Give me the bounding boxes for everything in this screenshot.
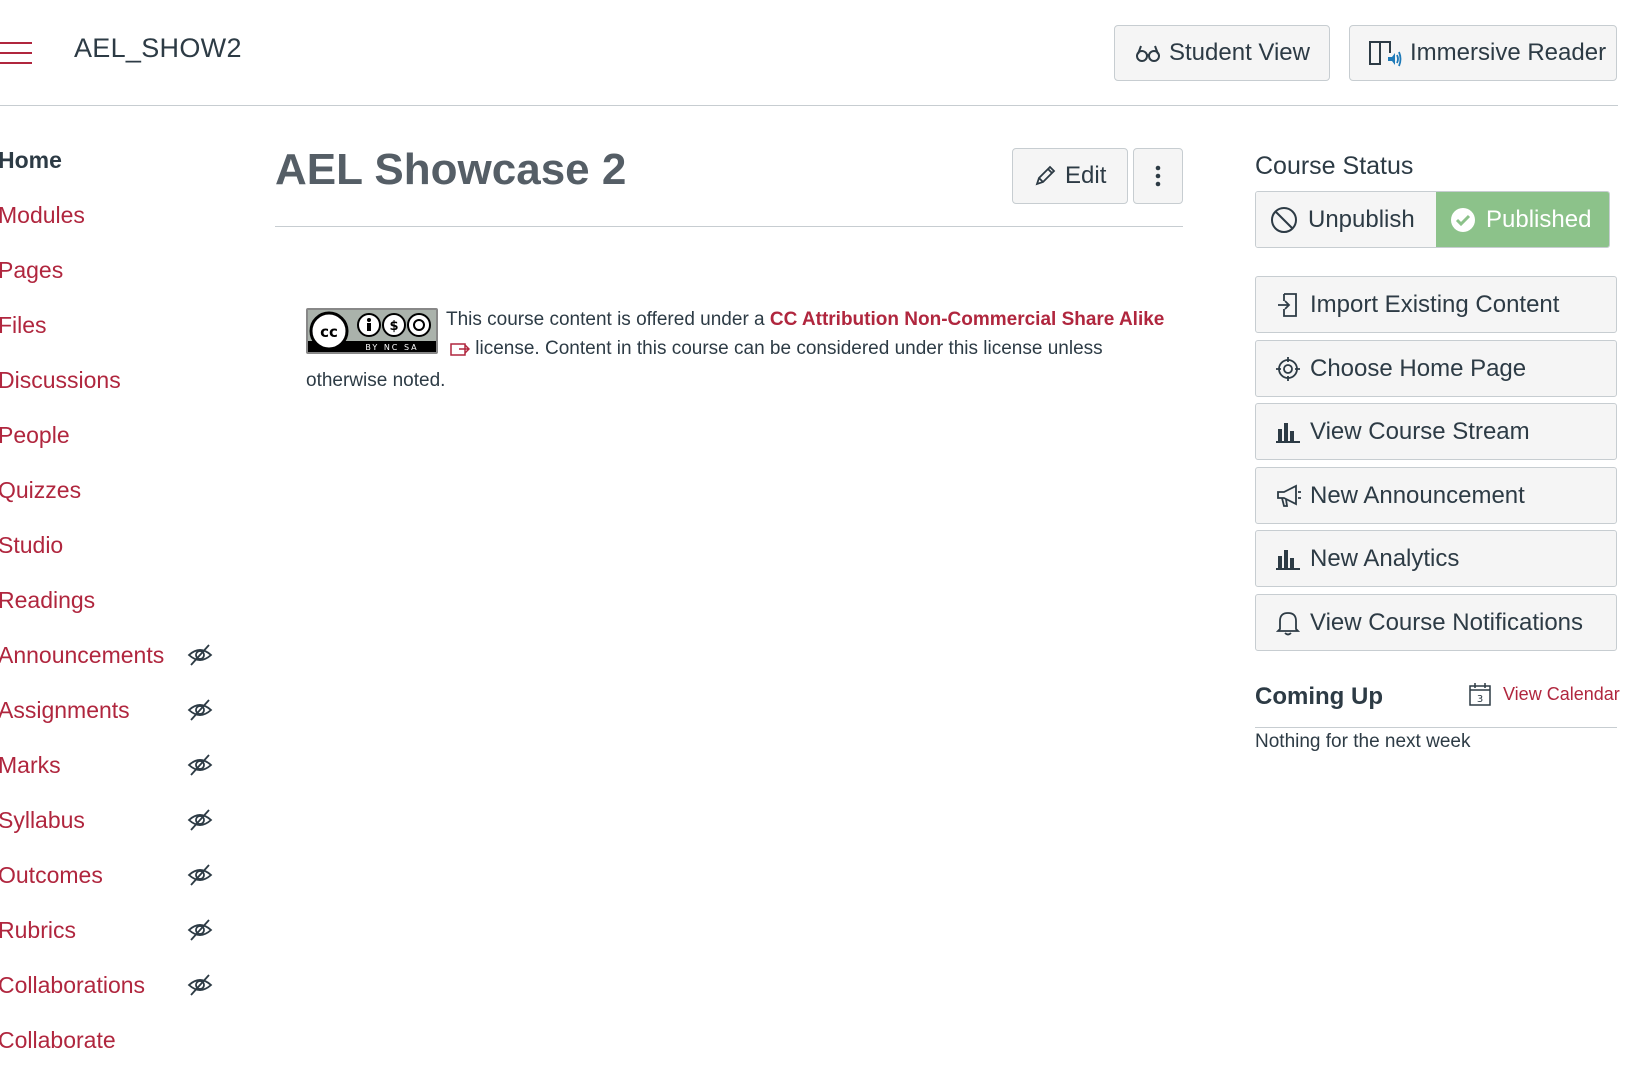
nav-item-collaborations[interactable]: Collaborations (0, 965, 230, 1005)
nav-item-label: Collaborations (0, 971, 146, 998)
nav-item-label: Announcements (0, 641, 165, 668)
nav-item-syllabus[interactable]: Syllabus (0, 800, 230, 840)
glasses-icon (1135, 43, 1161, 63)
nav-item-assignments[interactable]: Assignments (0, 690, 230, 730)
nav-item-label: Home (0, 146, 62, 173)
edit-label: Edit (1065, 162, 1107, 189)
view-course-stream-label: View Course Stream (1310, 417, 1530, 445)
bell-icon (1276, 610, 1304, 636)
nav-item-label: Files (0, 311, 47, 338)
course-status-toggle: Unpublish Published (1255, 191, 1610, 248)
edit-button[interactable]: Edit (1012, 148, 1128, 204)
hidden-eye-icon (187, 864, 213, 886)
immersive-reader-icon (1368, 39, 1402, 67)
pencil-icon (1033, 164, 1057, 188)
page-title: AEL Showcase 2 (275, 145, 627, 194)
unpublish-label: Unpublish (1308, 205, 1415, 233)
nav-item-people[interactable]: People (0, 415, 230, 455)
megaphone-icon (1276, 484, 1304, 508)
kebab-menu-icon (1155, 165, 1161, 187)
header-divider (0, 105, 1618, 106)
nav-item-announcements[interactable]: Announcements (0, 635, 230, 675)
hidden-eye-icon (187, 809, 213, 831)
license-text-before: This course content is offered under a (446, 309, 770, 330)
nav-item-quizzes[interactable]: Quizzes (0, 470, 230, 510)
nav-item-discussions[interactable]: Discussions (0, 360, 230, 400)
prohibited-icon (1270, 206, 1298, 234)
nav-item-label: Marks (0, 751, 61, 778)
course-header: AEL_SHOW2 Student View Immersive Reader (0, 0, 1626, 104)
published-button[interactable]: Published (1436, 192, 1609, 247)
choose-home-page-label: Choose Home Page (1310, 354, 1527, 382)
nav-item-readings[interactable]: Readings (0, 580, 230, 620)
nav-item-label: Quizzes (0, 476, 82, 503)
nav-item-collaborate[interactable]: Collaborate (0, 1020, 230, 1060)
immersive-reader-button[interactable]: Immersive Reader (1349, 25, 1617, 81)
view-calendar-link[interactable]: 3 View Calendar (1469, 682, 1620, 706)
hidden-eye-icon (187, 699, 213, 721)
hidden-eye-icon (187, 754, 213, 776)
nav-item-marks[interactable]: Marks (0, 745, 230, 785)
coming-up-empty-text: Nothing for the next week (1255, 731, 1471, 752)
nav-item-outcomes[interactable]: Outcomes (0, 855, 230, 895)
cc-license-link[interactable]: CC Attribution Non-Commercial Share Alik… (770, 309, 1164, 330)
hidden-eye-icon (187, 974, 213, 996)
student-view-button[interactable]: Student View (1114, 25, 1330, 81)
new-analytics-label: New Analytics (1310, 544, 1460, 572)
nav-item-label: Pages (0, 256, 64, 283)
nav-item-files[interactable]: Files (0, 305, 230, 345)
nav-item-modules[interactable]: Modules (0, 195, 230, 235)
calendar-icon: 3 (1469, 682, 1491, 706)
choose-home-page-button[interactable]: Choose Home Page (1255, 340, 1617, 397)
nav-item-studio[interactable]: Studio (0, 525, 230, 565)
license-text: This course content is offered under a C… (306, 305, 1176, 395)
hamburger-menu-icon[interactable] (0, 40, 34, 66)
title-divider (275, 226, 1183, 227)
view-course-notifications-button[interactable]: View Course Notifications (1255, 594, 1617, 651)
import-existing-content-label: Import Existing Content (1310, 290, 1560, 318)
target-icon (1276, 356, 1304, 381)
nav-item-label: Collaborate (0, 1026, 116, 1053)
new-announcement-button[interactable]: New Announcement (1255, 467, 1617, 524)
external-link-icon (310, 337, 471, 366)
nav-item-label: Discussions (0, 366, 121, 393)
nav-item-label: Outcomes (0, 861, 103, 888)
nav-item-rubrics[interactable]: Rubrics (0, 910, 230, 950)
bar-chart-icon (1276, 548, 1304, 570)
import-existing-content-button[interactable]: Import Existing Content (1255, 276, 1617, 333)
nav-item-pages[interactable]: Pages (0, 250, 230, 290)
view-calendar-label: View Calendar (1503, 683, 1620, 704)
immersive-reader-label: Immersive Reader (1410, 39, 1607, 66)
hidden-eye-icon (187, 644, 213, 666)
course-status-heading: Course Status (1255, 152, 1414, 180)
nav-item-label: Syllabus (0, 806, 85, 833)
nav-item-label: Rubrics (0, 916, 76, 943)
unpublish-button[interactable]: Unpublish (1256, 192, 1436, 247)
hidden-eye-icon (187, 919, 213, 941)
check-circle-icon (1450, 207, 1476, 233)
new-analytics-button[interactable]: New Analytics (1255, 530, 1617, 587)
nav-item-label: Readings (0, 586, 96, 613)
bar-chart-icon (1276, 421, 1304, 443)
student-view-label: Student View (1169, 39, 1310, 66)
published-label: Published (1486, 205, 1592, 233)
new-announcement-label: New Announcement (1310, 481, 1525, 509)
coming-up-divider (1255, 727, 1617, 728)
import-icon (1276, 292, 1304, 318)
view-course-stream-button[interactable]: View Course Stream (1255, 403, 1617, 460)
nav-item-label: Studio (0, 531, 64, 558)
calendar-day-number: 3 (1477, 694, 1483, 705)
view-course-notifications-label: View Course Notifications (1310, 608, 1584, 636)
coming-up-heading: Coming Up (1255, 683, 1383, 710)
nav-item-home[interactable]: Home (0, 140, 230, 180)
course-breadcrumb[interactable]: AEL_SHOW2 (74, 33, 242, 64)
nav-item-label: Modules (0, 201, 85, 228)
nav-item-label: People (0, 421, 70, 448)
more-options-button[interactable] (1133, 148, 1183, 204)
nav-item-label: Assignments (0, 696, 130, 723)
